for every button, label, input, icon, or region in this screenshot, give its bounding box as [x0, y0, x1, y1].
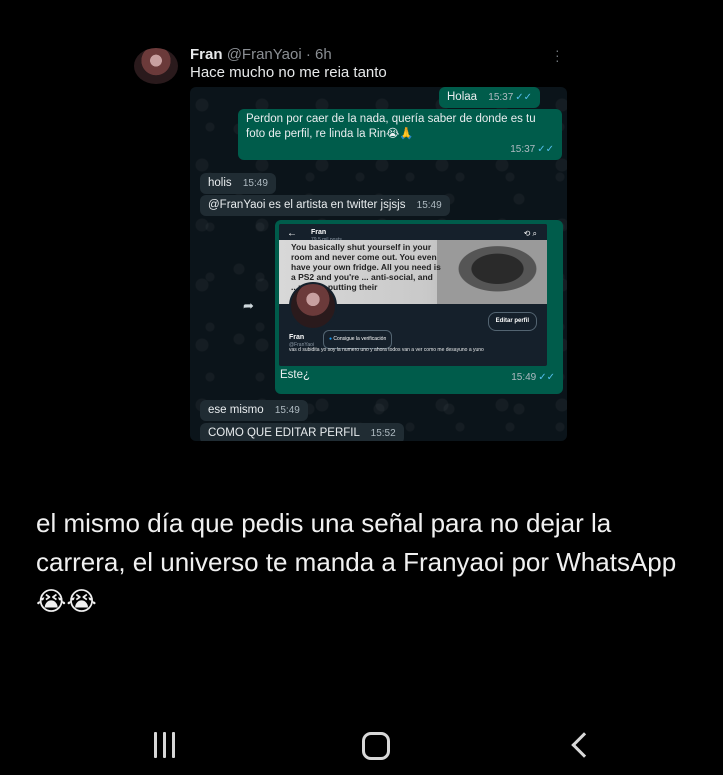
- message-text: Holaa: [447, 91, 478, 103]
- screenshot-topbar-icons: ⟲ ⌕: [523, 229, 537, 238]
- message-time: 15:37: [510, 144, 536, 155]
- author-name[interactable]: Fran: [190, 46, 223, 63]
- message-time: 15:49: [274, 405, 300, 416]
- separator: ·: [301, 46, 316, 63]
- message-text: holis: [208, 177, 232, 189]
- read-ticks-icon: ✓✓: [537, 144, 554, 155]
- message-bubble: COMO QUE EDITAR PERFIL 15:52: [200, 423, 404, 441]
- android-nav-bar: [0, 722, 723, 772]
- whatsapp-screenshot[interactable]: Holaa 15:37 ✓✓ Perdon por caer de la nada…: [190, 87, 567, 441]
- message-bubble: Holaa 15:37 ✓✓: [439, 87, 541, 108]
- message-bubble: holis 15:49: [200, 173, 276, 194]
- message-text: Perdon por caer de la nada, quería saber…: [246, 113, 536, 140]
- post-caption: el mismo día que pedis una señal para no…: [36, 508, 677, 616]
- message-time: 15:52: [370, 428, 396, 439]
- message-text: COMO QUE EDITAR PERFIL: [208, 427, 360, 439]
- tweet-text: Hace mucho no me reia tanto: [190, 64, 387, 81]
- image-message[interactable]: ← Fran 79,5 mil posts ⟲ ⌕ You basically …: [275, 220, 563, 394]
- message-time: 15:49: [511, 372, 537, 383]
- read-ticks-icon: ✓✓: [515, 92, 533, 103]
- message-meta: 15:37 ✓✓: [246, 142, 554, 157]
- screenshot-bio: vas d subidita yo soy la numero uno y ah…: [289, 347, 484, 353]
- message-text: Este¿: [280, 369, 311, 381]
- message-meta: 15:49 ✓✓: [503, 370, 555, 385]
- banner-artwork: [437, 240, 547, 304]
- message-text: ese mismo: [208, 404, 264, 416]
- message-time: 15:49: [416, 200, 442, 211]
- avatar[interactable]: [134, 48, 178, 84]
- screenshot-avatar: [289, 282, 337, 330]
- back-arrow-icon: ←: [287, 228, 297, 239]
- more-vertical-icon[interactable]: · · ·: [555, 43, 561, 67]
- edit-profile-button: Editar perfil: [487, 312, 537, 331]
- profile-screenshot-image[interactable]: ← Fran 79,5 mil posts ⟲ ⌕ You basically …: [279, 224, 547, 366]
- recent-apps-icon[interactable]: [154, 732, 182, 758]
- read-ticks-icon: ✓✓: [538, 372, 555, 383]
- message-time: 15:49: [242, 178, 268, 189]
- back-icon[interactable]: [571, 732, 597, 758]
- tweet-age[interactable]: 6h: [315, 46, 332, 63]
- message-bubble: ese mismo 15:49: [200, 400, 308, 421]
- home-icon[interactable]: [362, 732, 390, 760]
- author-line: Fran @FranYaoi · 6h: [190, 46, 332, 63]
- message-bubble: @FranYaoi es el artista en twitter jsjsj…: [200, 195, 450, 216]
- message-text: @FranYaoi es el artista en twitter jsjsj…: [208, 199, 406, 211]
- verified-icon: ●: [329, 336, 333, 342]
- message-bubble: Perdon por caer de la nada, quería saber…: [238, 109, 562, 160]
- forward-icon[interactable]: ➦: [243, 298, 254, 314]
- author-handle[interactable]: @FranYaoi: [227, 46, 302, 63]
- verify-label: Consigue la verificación: [333, 336, 387, 342]
- message-time: 15:37: [488, 92, 514, 103]
